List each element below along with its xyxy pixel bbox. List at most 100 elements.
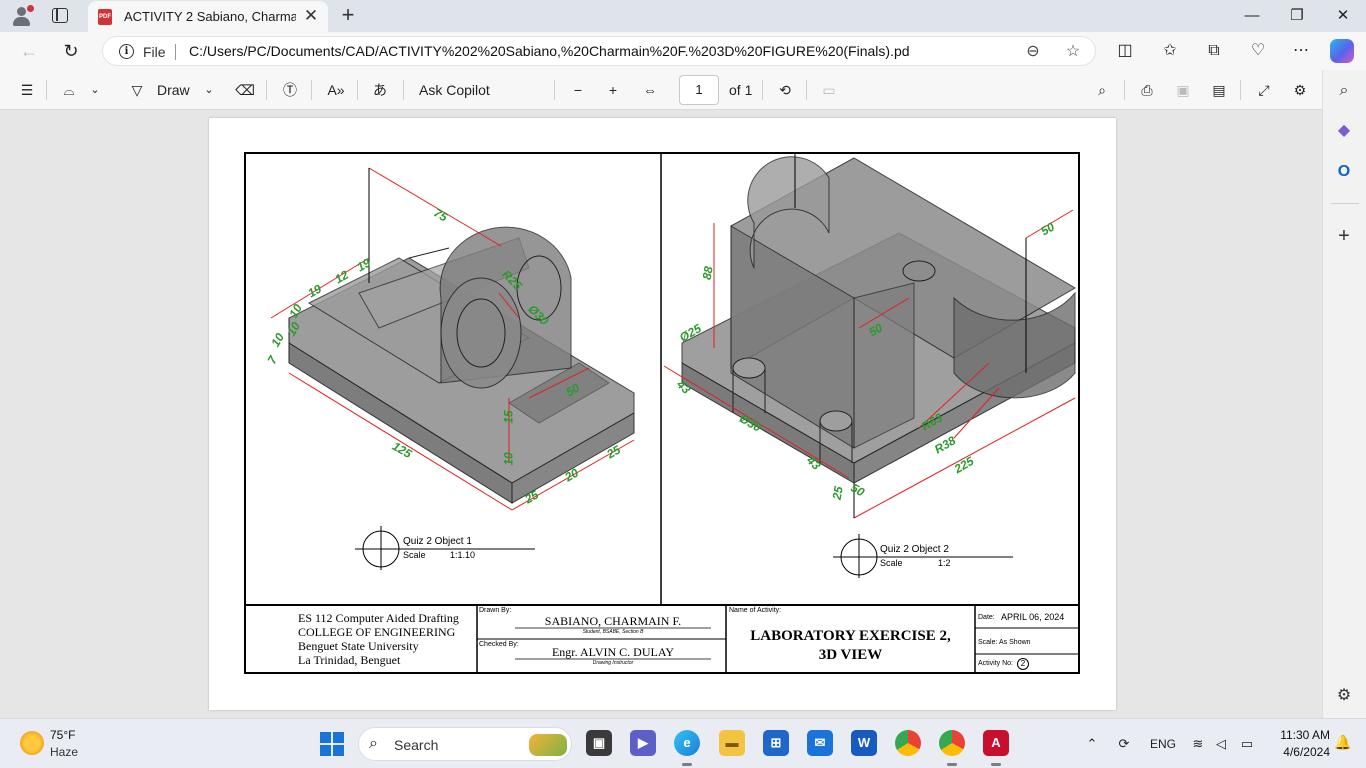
activity-no-value: 2 — [1017, 658, 1029, 670]
object1-scale-value: 1:1.10 — [450, 550, 476, 560]
fit-page-icon[interactable]: ⇔ — [639, 79, 661, 101]
info-icon[interactable]: i — [119, 44, 134, 59]
profile-icon[interactable] — [10, 5, 34, 27]
object1-scale-symbol — [355, 526, 535, 570]
sync-icon[interactable]: ⟳ — [1114, 733, 1134, 755]
favorites-icon[interactable]: ✩ — [1158, 40, 1182, 62]
eraser-icon[interactable]: ⌫ — [234, 79, 256, 101]
activity-name-label: Name of Activity: — [729, 607, 782, 614]
dimension-label: 88 — [699, 265, 716, 281]
pdf-file-icon: PDF — [98, 9, 112, 25]
more-menu-icon[interactable]: ⋯ — [1289, 40, 1313, 62]
chrome-profile-icon[interactable] — [939, 730, 965, 756]
date-label: Date: — [978, 614, 995, 621]
weather-description[interactable]: Haze — [50, 745, 78, 759]
clock-time[interactable]: 11:30 AM — [1268, 728, 1330, 742]
object2-isometric — [681, 156, 1076, 484]
clock-date[interactable]: 4/6/2024 — [1268, 745, 1330, 759]
new-tab-button[interactable]: + — [338, 3, 358, 27]
notification-bell-icon[interactable]: 🔔 — [1334, 734, 1351, 751]
search-highlight-image — [529, 734, 567, 756]
find-icon[interactable]: ⌕ — [1091, 79, 1113, 101]
sidebar-settings-icon[interactable]: ⚙ — [1333, 685, 1355, 707]
tab-active-pdf[interactable]: PDF ACTIVITY 2 Sabiano, Charmain F. ✕ — [88, 1, 328, 32]
language-indicator[interactable]: ENG — [1148, 733, 1178, 755]
draw-options-chevron-icon[interactable]: ⌄ — [200, 79, 218, 101]
back-button[interactable]: ← — [16, 39, 42, 63]
print-icon[interactable]: ⎙ — [1136, 79, 1158, 101]
activity-name-line2: 3D VIEW — [818, 647, 883, 663]
drawn-by-name: SABIANO, CHARMAIN F. — [544, 614, 682, 628]
object1-title: Quiz 2 Object 1 — [403, 536, 472, 547]
autocad-icon[interactable]: A — [983, 730, 1009, 756]
draw-label[interactable]: Draw — [157, 79, 190, 101]
favorite-star-icon[interactable]: ☆ — [1063, 42, 1083, 62]
url-text[interactable]: C:/Users/PC/Documents/CAD/ACTIVITY%202%2… — [189, 43, 909, 59]
tab-actions-icon[interactable] — [52, 8, 68, 23]
volume-icon[interactable]: ◁ — [1212, 733, 1230, 755]
save-icon[interactable]: ▣ — [1172, 79, 1194, 101]
highlight-icon[interactable]: ⌓ — [58, 79, 80, 101]
show-hidden-icons-chevron-icon[interactable]: ⌃ — [1084, 733, 1100, 755]
page-view-icon[interactable]: ▭ — [818, 79, 840, 101]
rotate-icon[interactable]: ⟲ — [774, 79, 796, 101]
page-number-input[interactable]: 1 — [679, 75, 719, 105]
collections-icon[interactable]: ⧉ — [1202, 40, 1226, 62]
restore-button[interactable]: ❐ — [1277, 4, 1317, 28]
drawn-by-label: Drawn By: — [479, 607, 512, 614]
text-box-icon[interactable]: Ⓣ — [279, 79, 301, 101]
add-sidebar-app-icon[interactable]: + — [1333, 225, 1355, 247]
highlight-options-chevron-icon[interactable]: ⌄ — [86, 79, 104, 101]
extensions-icon[interactable]: ♡ — [1246, 40, 1270, 62]
edge-icon[interactable]: e — [674, 730, 700, 756]
zoom-out-button[interactable]: − — [567, 79, 589, 101]
zoom-out-icon[interactable]: ⊖ — [1023, 42, 1043, 62]
college-name: COLLEGE OF ENGINEERING — [298, 625, 456, 639]
tab-close-button[interactable]: ✕ — [302, 6, 320, 26]
translate-icon[interactable]: あ — [368, 79, 392, 101]
checked-by-name: Engr. ALVIN C. DULAY — [551, 645, 675, 659]
contents-list-icon[interactable]: ☰ — [16, 79, 38, 101]
read-aloud-icon[interactable]: A» — [324, 79, 348, 101]
minimize-button[interactable]: — — [1232, 4, 1272, 28]
date-value: APRIL 06, 2024 — [1001, 612, 1065, 622]
taskbar-search[interactable]: ⌕ Search — [358, 727, 572, 761]
refresh-button[interactable]: ↻ — [58, 39, 84, 63]
weather-sun-icon[interactable] — [20, 731, 44, 755]
pdf-viewer[interactable]: 75 19 12 19 10 10 10 7 R25 Ø30 50 15 10 125 25 20 25 50 8… — [0, 110, 1322, 718]
object2-scale-value: 1:2 — [938, 558, 951, 568]
search-icon[interactable]: ⌕ — [1333, 80, 1355, 102]
outlook-icon[interactable]: O — [1333, 161, 1355, 183]
taskbar-search-label: Search — [394, 737, 439, 753]
pdf-page: 75 19 12 19 10 10 10 7 R25 Ø30 50 15 10 125 25 20 25 50 8… — [209, 118, 1116, 710]
ask-copilot-button[interactable]: Ask Copilot — [419, 79, 490, 101]
dimension-label: 15 — [501, 410, 516, 424]
save-as-icon[interactable]: ▤ — [1208, 79, 1230, 101]
search-icon: ⌕ — [369, 735, 378, 752]
zoom-in-button[interactable]: + — [602, 79, 624, 101]
mail-icon[interactable]: ✉ — [807, 730, 833, 756]
copilot-icon[interactable] — [1330, 39, 1354, 63]
copilot-sidebar-icon[interactable]: ◆ — [1333, 120, 1355, 142]
file-explorer-icon[interactable]: ▬ — [719, 730, 745, 756]
weather-temperature[interactable]: 75°F — [50, 728, 75, 742]
title-bar: PDF ACTIVITY 2 Sabiano, Charmain F. ✕ + … — [0, 0, 1366, 32]
full-screen-icon[interactable]: ⤢ — [1253, 79, 1275, 101]
word-icon[interactable]: W — [851, 730, 877, 756]
task-view-icon[interactable]: ▣ — [586, 730, 612, 756]
object2-scale-label: Scale — [880, 558, 903, 568]
university-name: Benguet State University — [298, 639, 419, 653]
battery-icon[interactable]: ▭ — [1236, 733, 1258, 755]
teams-icon[interactable]: ▶ — [630, 730, 656, 756]
windows-start-icon[interactable] — [320, 732, 344, 756]
microsoft-store-icon[interactable]: ⊞ — [763, 730, 789, 756]
draw-icon[interactable]: ▽ — [126, 79, 148, 101]
address-bar[interactable]: i File C:/Users/PC/Documents/CAD/ACTIVIT… — [102, 36, 1096, 66]
wifi-icon[interactable]: ≋ — [1189, 733, 1207, 755]
file-scheme-label: File — [143, 44, 166, 60]
split-screen-icon[interactable]: ◫ — [1113, 40, 1137, 62]
settings-gear-icon[interactable]: ⚙ — [1289, 79, 1311, 101]
window-close-button[interactable]: ✕ — [1323, 4, 1363, 28]
chrome-icon[interactable] — [895, 730, 921, 756]
tab-title: ACTIVITY 2 Sabiano, Charmain F. — [124, 9, 296, 24]
